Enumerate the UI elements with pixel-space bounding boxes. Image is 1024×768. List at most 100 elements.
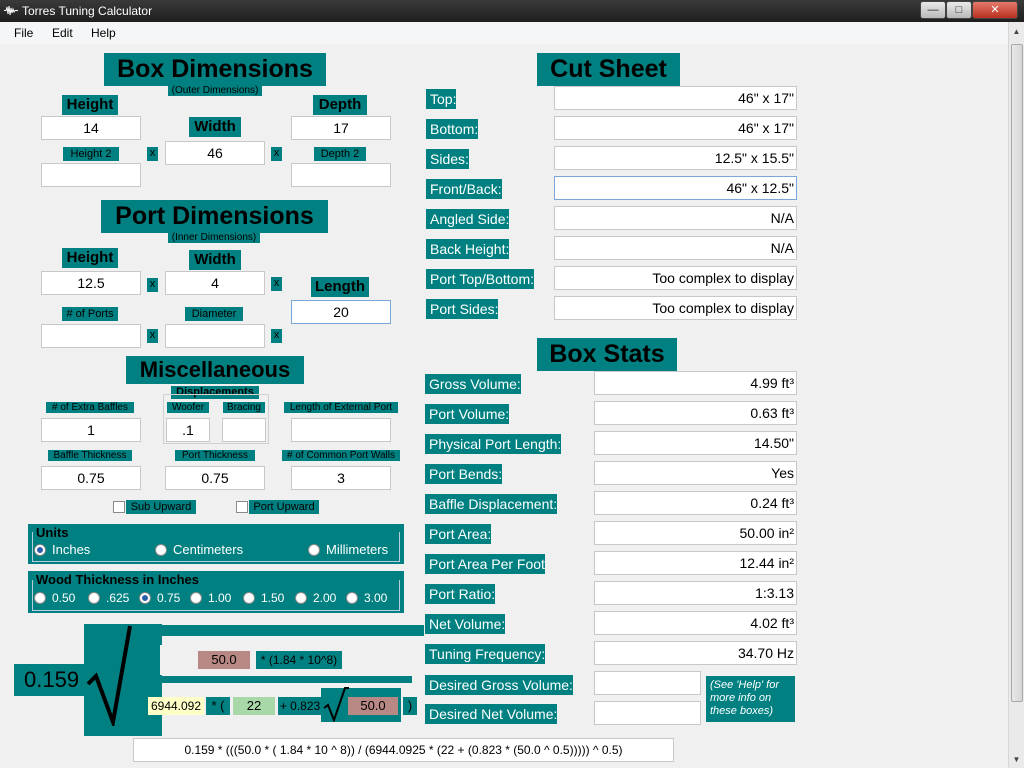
port-count-label: # of Ports bbox=[62, 307, 118, 321]
cut-top-value[interactable] bbox=[554, 86, 797, 110]
wood-thickness-title: Wood Thickness in Inches bbox=[36, 572, 200, 587]
box-stats-title: Box Stats bbox=[537, 338, 677, 371]
square-root-icon bbox=[86, 625, 132, 726]
port-diameter-label: Diameter bbox=[185, 307, 243, 321]
wood-0625-radio[interactable] bbox=[88, 592, 100, 604]
stat-port-ratio-value[interactable] bbox=[594, 581, 797, 605]
box-height2-input[interactable] bbox=[41, 163, 141, 187]
stat-physical-port-length-value[interactable] bbox=[594, 431, 797, 455]
box-width-input[interactable] bbox=[165, 141, 265, 165]
port-upward-checkbox[interactable] bbox=[236, 501, 248, 513]
wood-100-radio[interactable] bbox=[190, 592, 202, 604]
wood-200-radio[interactable] bbox=[295, 592, 307, 604]
port-count-input[interactable] bbox=[41, 324, 141, 348]
port-length-label: Length bbox=[311, 277, 369, 297]
port-length-input[interactable] bbox=[291, 300, 391, 324]
wood-075-radio[interactable] bbox=[139, 592, 151, 604]
cut-bottom-value[interactable] bbox=[554, 116, 797, 140]
stat-gross-volume-value[interactable] bbox=[594, 371, 797, 395]
box-height-input[interactable] bbox=[41, 116, 141, 140]
wood-050-label: 0.50 bbox=[52, 591, 76, 605]
port-x-sign-3: x bbox=[147, 329, 158, 343]
cut-back-height-value[interactable] bbox=[554, 236, 797, 260]
stat-tuning-frequency-value[interactable] bbox=[594, 641, 797, 665]
extra-baffles-input[interactable] bbox=[41, 418, 141, 442]
stat-port-volume-value[interactable] bbox=[594, 401, 797, 425]
port-thickness-label: Port Thickness bbox=[175, 450, 255, 461]
wood-300-radio[interactable] bbox=[346, 592, 358, 604]
stat-port-area-label: Port Area: bbox=[425, 524, 492, 544]
stat-port-volume-label: Port Volume: bbox=[425, 404, 510, 424]
menu-bar: File Edit Help bbox=[0, 22, 1008, 44]
scroll-thumb[interactable] bbox=[1011, 44, 1023, 702]
port-dimensions-subtitle: (Inner Dimensions) bbox=[168, 232, 260, 243]
baffle-thickness-input[interactable] bbox=[41, 466, 141, 490]
port-height-input[interactable] bbox=[41, 271, 141, 295]
port-upward-label: Port Upward bbox=[249, 500, 319, 514]
units-millimeters-label: Millimeters bbox=[326, 542, 389, 557]
units-millimeters-radio[interactable] bbox=[308, 544, 320, 556]
stat-port-area-per-foot-value[interactable] bbox=[594, 551, 797, 575]
formula-constant: 6944.092 bbox=[148, 697, 204, 715]
formula-area: 50.0 bbox=[198, 651, 250, 669]
stat-net-volume-value[interactable] bbox=[594, 611, 797, 635]
stat-baffle-displacement-value[interactable] bbox=[594, 491, 797, 515]
sub-upward-checkbox[interactable] bbox=[113, 501, 125, 513]
stat-net-volume-label: Net Volume: bbox=[425, 614, 506, 634]
misc-title: Miscellaneous bbox=[126, 356, 304, 384]
formula-area-2: 50.0 bbox=[348, 697, 398, 715]
cut-port-top-bottom-value[interactable] bbox=[554, 266, 797, 290]
stat-tuning-frequency-label: Tuning Frequency: bbox=[425, 644, 546, 664]
cut-port-sides-value[interactable] bbox=[554, 296, 797, 320]
window-title: Torres Tuning Calculator bbox=[22, 4, 153, 18]
menu-help[interactable]: Help bbox=[91, 26, 116, 40]
port-height-label: Height bbox=[62, 248, 118, 268]
port-width-input[interactable] bbox=[165, 271, 265, 295]
wood-200-label: 2.00 bbox=[313, 591, 337, 605]
external-port-input[interactable] bbox=[291, 418, 391, 442]
desired-gross-volume-input[interactable] bbox=[594, 671, 701, 695]
formula-plus: + 0.823 bbox=[278, 697, 322, 715]
common-walls-input[interactable] bbox=[291, 466, 391, 490]
wood-150-radio[interactable] bbox=[243, 592, 255, 604]
cut-front-back-value[interactable] bbox=[554, 176, 797, 200]
close-button[interactable]: ✕ bbox=[972, 1, 1018, 19]
bracing-input[interactable] bbox=[222, 418, 266, 442]
woofer-input[interactable] bbox=[166, 418, 210, 442]
minimize-button[interactable]: — bbox=[920, 1, 946, 19]
units-inches-radio[interactable] bbox=[34, 544, 46, 556]
maximize-button[interactable]: □ bbox=[946, 1, 972, 19]
box-depth2-label: Depth 2 bbox=[314, 147, 366, 161]
stat-port-bends-value[interactable] bbox=[594, 461, 797, 485]
stat-port-ratio-label: Port Ratio: bbox=[425, 584, 496, 604]
port-diameter-input[interactable] bbox=[165, 324, 265, 348]
formula-top-rule bbox=[130, 625, 424, 636]
bracing-label: Bracing bbox=[223, 402, 265, 413]
cut-angled-side-value[interactable] bbox=[554, 206, 797, 230]
wood-050-radio[interactable] bbox=[34, 592, 46, 604]
units-inches-label: Inches bbox=[52, 542, 91, 557]
cut-sheet-title: Cut Sheet bbox=[537, 53, 680, 86]
desired-net-volume-input[interactable] bbox=[594, 701, 701, 725]
formula-close-paren: ) bbox=[403, 697, 417, 715]
scroll-up-icon[interactable]: ▲ bbox=[1009, 24, 1024, 40]
stat-port-area-value[interactable] bbox=[594, 521, 797, 545]
box-height-label: Height bbox=[62, 95, 118, 115]
box-width-label: Width bbox=[189, 117, 241, 137]
waveform-icon bbox=[4, 5, 18, 16]
menu-file[interactable]: File bbox=[14, 26, 33, 40]
wood-100-label: 1.00 bbox=[208, 591, 232, 605]
menu-edit[interactable]: Edit bbox=[52, 26, 73, 40]
cut-sides-value[interactable] bbox=[554, 146, 797, 170]
extra-baffles-label: # of Extra Baffles bbox=[46, 402, 134, 413]
scroll-down-icon[interactable]: ▼ bbox=[1009, 752, 1024, 768]
formula-full-expression[interactable] bbox=[133, 738, 674, 762]
units-title: Units bbox=[36, 525, 69, 540]
box-depth2-input[interactable] bbox=[291, 163, 391, 187]
inner-square-root-icon bbox=[323, 687, 349, 722]
title-bar: Torres Tuning Calculator — □ ✕ bbox=[0, 0, 1024, 22]
vertical-scrollbar[interactable]: ▲ ▼ bbox=[1008, 22, 1024, 768]
units-centimeters-radio[interactable] bbox=[155, 544, 167, 556]
box-depth-input[interactable] bbox=[291, 116, 391, 140]
port-thickness-input[interactable] bbox=[165, 466, 265, 490]
